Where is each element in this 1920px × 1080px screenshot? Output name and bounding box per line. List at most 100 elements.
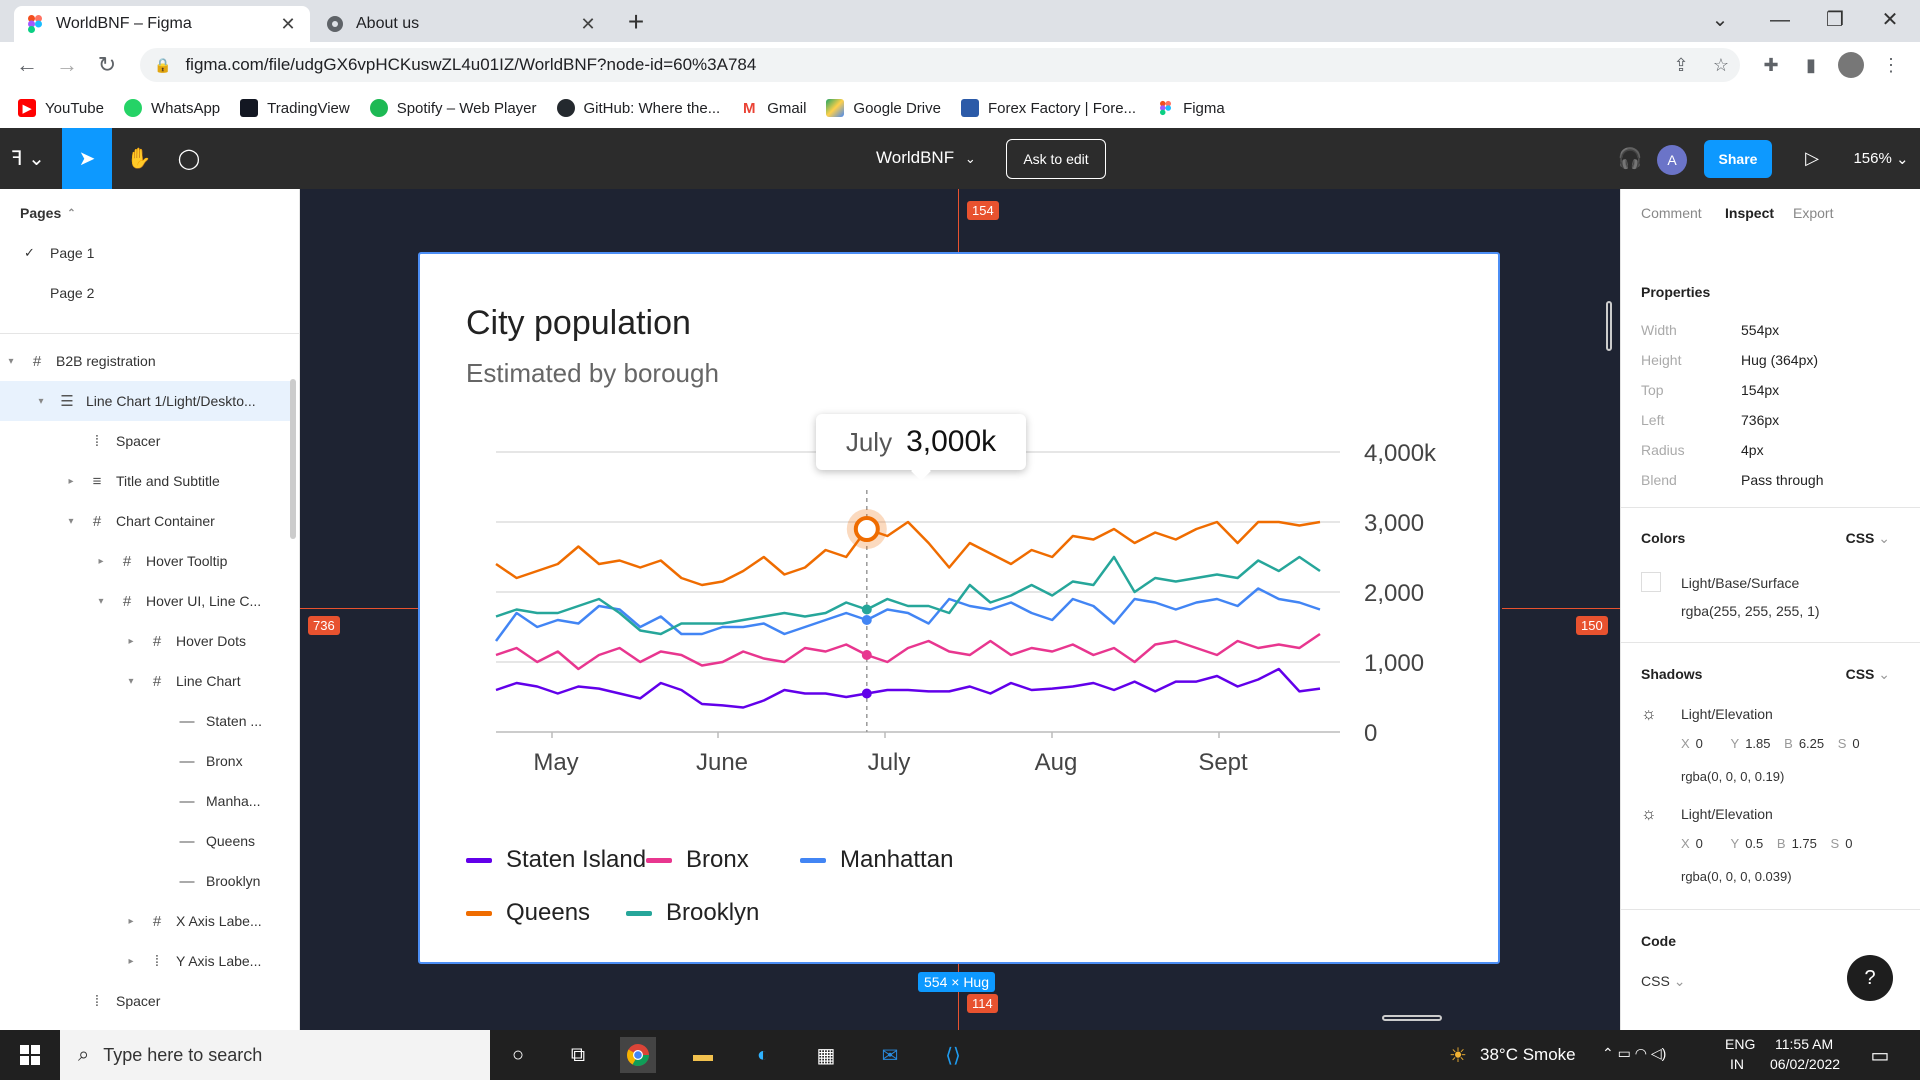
layer-item[interactable]: ▾ ☰ Line Chart 1/Light/Deskto... (0, 381, 290, 421)
bookmark-whatsapp[interactable]: WhatsApp (123, 99, 220, 117)
canvas-vertical-scrollbar[interactable] (1606, 301, 1612, 351)
restore-icon[interactable]: ❐ (1815, 4, 1855, 36)
page-item-1[interactable]: ✓ Page 1 (0, 233, 290, 273)
back-icon[interactable]: ← (12, 50, 42, 80)
caret-down-icon[interactable]: ▾ (124, 676, 138, 687)
share-button[interactable]: Share (1704, 140, 1772, 178)
mail-icon[interactable]: ✉ (872, 1037, 908, 1073)
store-icon[interactable]: ▦ (808, 1037, 844, 1073)
profile-avatar[interactable] (1838, 52, 1864, 78)
layer-item[interactable]: ▸ # Hover Dots (0, 621, 290, 661)
help-button[interactable]: ? (1847, 955, 1893, 1001)
property-value[interactable]: 736px (1741, 412, 1779, 428)
extensions-icon[interactable]: ✚ (1758, 52, 1784, 78)
language[interactable]: ENG (1725, 1036, 1755, 1052)
close-window-icon[interactable]: ✕ (1870, 4, 1910, 36)
weather-text[interactable]: 38°C Smoke (1480, 1045, 1576, 1065)
caret-right-icon[interactable]: ▸ (64, 476, 78, 487)
shadow-1-rgba[interactable]: rgba(0, 0, 0, 0.19) (1681, 769, 1784, 784)
shadows-css-dropdown[interactable]: CSS ⌄ (1846, 666, 1890, 683)
property-value[interactable]: 4px (1741, 442, 1764, 458)
page-item-2[interactable]: Page 2 (0, 273, 290, 313)
layer-item[interactable]: ▾ # B2B registration (0, 341, 290, 381)
bookmark-github[interactable]: GitHub: Where the... (556, 99, 720, 117)
property-value[interactable]: Pass through (1741, 472, 1824, 488)
caret-right-icon[interactable]: ▸ (124, 916, 138, 927)
clock-time[interactable]: 11:55 AM (1775, 1036, 1833, 1052)
shadow-2-rgba[interactable]: rgba(0, 0, 0, 0.039) (1681, 869, 1792, 884)
legend-item[interactable]: Bronx (646, 846, 749, 874)
notifications-icon[interactable]: ▭ (1862, 1037, 1898, 1073)
legend-item[interactable]: Brooklyn (626, 899, 759, 927)
share-page-icon[interactable]: ⇪ (1668, 52, 1694, 78)
tab-about-us[interactable]: About us ✕ (314, 6, 610, 42)
taskbar-search-field[interactable]: ⌕ Type here to search (60, 1030, 490, 1080)
present-play-icon[interactable]: ▷ (1792, 128, 1832, 189)
figma-menu-icon[interactable]: ꟻ ⌄ (0, 128, 56, 189)
caret-down-icon[interactable]: ▾ (94, 596, 108, 607)
file-name-dropdown[interactable]: WorldBNF ⌄ (876, 148, 976, 168)
layer-item[interactable]: — Brooklyn (0, 861, 290, 901)
chrome-icon[interactable] (620, 1037, 656, 1073)
headphones-icon[interactable]: 🎧 (1610, 128, 1650, 189)
forward-icon[interactable]: → (52, 50, 82, 80)
colors-css-dropdown[interactable]: CSS ⌄ (1846, 530, 1890, 547)
layer-item[interactable]: ▸ # Hover Tooltip (0, 541, 290, 581)
cortana-icon[interactable]: ○ (500, 1037, 536, 1073)
layer-item[interactable]: — Staten ... (0, 701, 290, 741)
legend-item[interactable]: Staten Island (466, 846, 646, 874)
layer-item[interactable]: ▾ # Line Chart (0, 661, 290, 701)
vscode-icon[interactable]: ⟨⟩ (935, 1037, 971, 1073)
property-value[interactable]: Hug (364px) (1741, 352, 1818, 368)
legend-item[interactable]: Manhattan (800, 846, 953, 874)
file-explorer-icon[interactable]: ▬ (685, 1037, 721, 1073)
layer-item[interactable]: — Queens (0, 821, 290, 861)
ask-to-edit-button[interactable]: Ask to edit (1006, 139, 1106, 179)
layer-item[interactable]: ⁞ Spacer (0, 981, 290, 1021)
edge-icon[interactable]: ◐ (745, 1037, 781, 1073)
reload-icon[interactable]: ↻ (92, 50, 122, 80)
caret-down-icon[interactable]: ▾ (4, 356, 18, 367)
task-view-icon[interactable]: ⧉ (560, 1037, 596, 1073)
caret-right-icon[interactable]: ▸ (124, 636, 138, 647)
layer-item[interactable]: — Manha... (0, 781, 290, 821)
bookmark-gmail[interactable]: M Gmail (740, 99, 806, 117)
layer-item[interactable]: — Bronx (0, 741, 290, 781)
caret-down-icon[interactable]: ▾ (64, 516, 78, 527)
tab-comment[interactable]: Comment (1641, 205, 1702, 221)
zoom-dropdown[interactable]: 156% ⌄ (1846, 128, 1916, 189)
tray-icons[interactable]: ⌃ ▭ ◠ ◁) (1602, 1045, 1666, 1062)
bookmark-google-drive[interactable]: Google Drive (826, 99, 941, 117)
layer-item[interactable]: ▾ # Chart Container (0, 501, 290, 541)
tab-export[interactable]: Export (1793, 205, 1833, 221)
legend-item[interactable]: Queens (466, 899, 590, 927)
hand-tool-icon[interactable]: ✋ (114, 128, 164, 189)
caret-right-icon[interactable]: ▸ (124, 956, 138, 967)
windows-start-icon[interactable] (12, 1037, 48, 1073)
bookmark-forex-factory[interactable]: Forex Factory | Fore... (960, 99, 1136, 117)
layer-item[interactable]: ▸ ⁞ Y Axis Labe... (0, 941, 290, 981)
bookmark-youtube[interactable]: ▶ YouTube (18, 99, 104, 117)
canvas-horizontal-scrollbar[interactable] (1382, 1015, 1442, 1021)
caret-right-icon[interactable]: ▸ (94, 556, 108, 567)
property-value[interactable]: 554px (1741, 322, 1779, 338)
close-icon[interactable]: ✕ (578, 14, 598, 35)
layer-item[interactable]: ▸ ≡ Title and Subtitle (0, 461, 290, 501)
pages-header[interactable]: Pages ⌃ (0, 193, 290, 233)
chrome-menu-icon[interactable]: ⋮ (1878, 52, 1904, 78)
minimize-icon[interactable]: — (1760, 4, 1800, 36)
new-tab-button[interactable]: + (622, 8, 650, 36)
layer-item[interactable]: ▾ # Hover UI, Line C... (0, 581, 290, 621)
line-chart-frame[interactable]: City population Estimated by borough 4,0… (418, 252, 1500, 964)
avatar[interactable]: A (1657, 145, 1687, 175)
comment-tool-icon[interactable]: ◯ (164, 128, 214, 189)
layers-scrollbar[interactable] (290, 379, 296, 539)
bookmark-tradingview[interactable]: TradingView (240, 99, 350, 117)
layer-item[interactable]: ⁞ Spacer (0, 421, 290, 461)
star-icon[interactable]: ☆ (1708, 52, 1734, 78)
tab-inspect[interactable]: Inspect (1725, 205, 1774, 221)
bookmark-spotify[interactable]: Spotify – Web Player (369, 99, 537, 117)
bookmark-figma[interactable]: Figma (1156, 99, 1225, 117)
side-panel-icon[interactable]: ▮ (1798, 52, 1824, 78)
tab-worldbnf-figma[interactable]: WorldBNF – Figma ✕ (14, 6, 310, 42)
